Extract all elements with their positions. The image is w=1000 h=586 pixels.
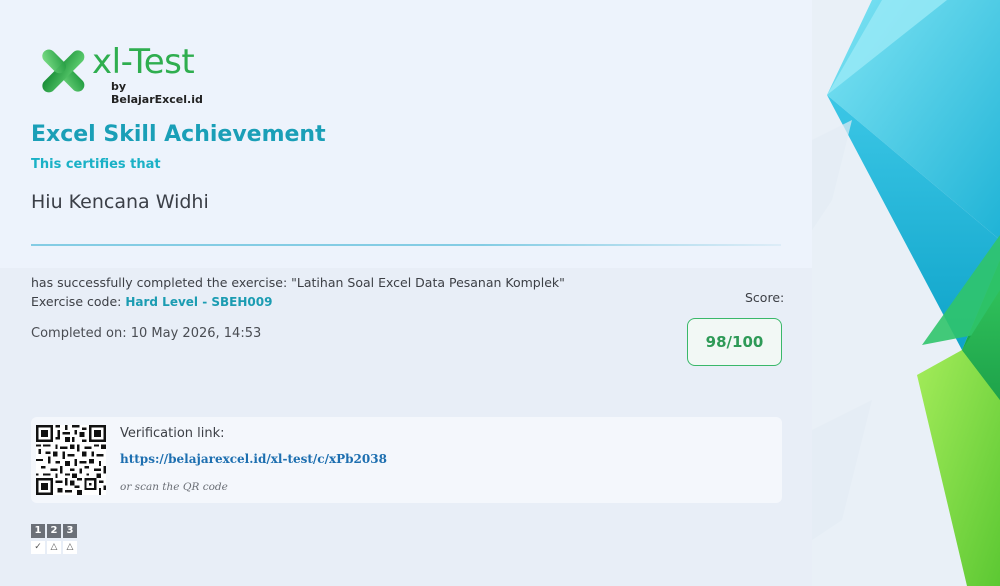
step-number-1: 1 [31, 524, 45, 538]
check-icon: ✓ [31, 541, 45, 554]
exercise-code-value: Hard Level - SBEH009 [125, 295, 273, 309]
verification-link[interactable]: https://belajarexcel.id/xl-test/c/xPb203… [120, 452, 387, 466]
qr-code-icon[interactable] [36, 425, 106, 495]
logo-byline: by BelajarExcel.id [111, 80, 203, 106]
triangle-icon: △ [63, 541, 77, 554]
certifies-text: This certifies that [31, 157, 161, 172]
score-label: Score: [745, 290, 785, 305]
completion-date: Completed on: 10 May 2026, 14:53 [31, 326, 262, 341]
geometric-decoration [812, 0, 1000, 586]
step-indicator: 1 2 3 ✓ △ △ [31, 524, 79, 556]
xl-test-logo-icon [42, 49, 85, 93]
step-number-2: 2 [47, 524, 61, 538]
score-value: 98/100 [705, 333, 764, 351]
verification-panel: Verification link: https://belajarexcel.… [31, 417, 782, 503]
triangle-icon: △ [47, 541, 61, 554]
certificate-card: xl-Test by BelajarExcel.id Excel Skill A… [0, 0, 812, 586]
qr-scan-hint: or scan the QR code [120, 481, 228, 493]
step-number-3: 3 [63, 524, 77, 538]
logo-name: xl-Test [92, 42, 195, 82]
verification-label: Verification link: [120, 426, 225, 441]
exercise-code-label: Exercise code: [31, 294, 122, 309]
completion-statement: has successfully completed the exercise:… [31, 275, 565, 290]
divider [31, 244, 781, 246]
score-badge: 98/100 [687, 318, 782, 366]
certificate-title: Excel Skill Achievement [31, 122, 326, 147]
xl-test-logo: xl-Test by BelajarExcel.id [38, 42, 218, 106]
recipient-name: Hiu Kencana Widhi [31, 191, 209, 213]
decorative-side-panel [812, 0, 1000, 586]
exercise-code-line: Exercise code: Hard Level - SBEH009 [31, 294, 272, 309]
